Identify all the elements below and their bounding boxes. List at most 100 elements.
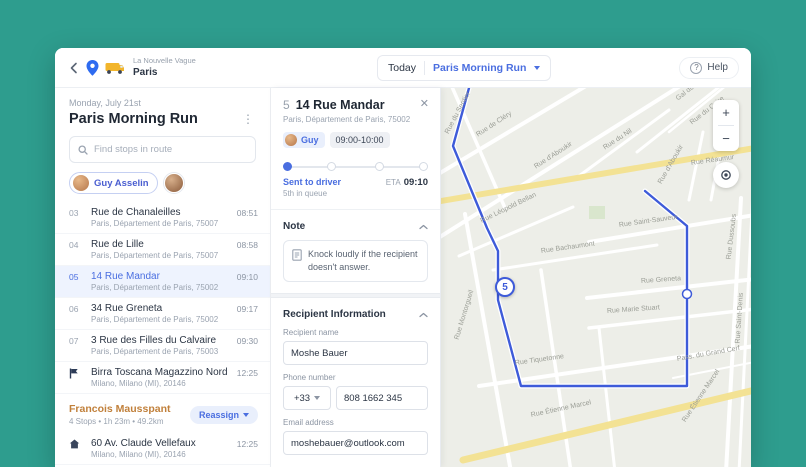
country-code-select[interactable]: +33 — [283, 386, 331, 411]
reassign-button[interactable]: Reassign — [189, 405, 258, 424]
search-input[interactable] — [94, 144, 247, 155]
stop-eta: 12:25 — [236, 368, 258, 378]
driver-filter-row: Guy Asselin — [69, 172, 256, 194]
stop-address: Paris, Département de Paris, 75007 — [91, 251, 219, 260]
stop-address: Paris, Département de Paris, 75002 — [91, 283, 219, 292]
stop-row[interactable]: 07 3 Rue des Filles du Calvaire Paris, D… — [55, 330, 270, 362]
divider — [271, 209, 440, 210]
main-content: Monday, July 21st Paris Morning Run ⋮ Gu… — [55, 88, 751, 467]
driver-avatar[interactable] — [163, 173, 184, 193]
route-panel-header: Monday, July 21st Paris Morning Run ⋮ Gu… — [55, 88, 270, 202]
progress-dot-active — [283, 162, 292, 171]
phone-number-input[interactable] — [336, 386, 428, 411]
stop-number: 06 — [69, 304, 79, 314]
route-switcher[interactable]: Today Paris Morning Run — [377, 55, 552, 81]
note-text: Knock loudly if the recipient doesn't an… — [308, 249, 418, 273]
stop-eta: 08:51 — [236, 208, 258, 218]
stop-row[interactable]: 04 Rue de Lille Paris, Département de Pa… — [55, 234, 270, 266]
route-menu-button[interactable]: ⋮ — [240, 112, 256, 126]
stop-row[interactable]: 06 34 Rue Greneta Paris, Département de … — [55, 298, 270, 330]
progress-dot — [326, 162, 336, 171]
detail-stop-number: 5 — [283, 98, 290, 112]
stop-row-selected[interactable]: 05 14 Rue Mandar Paris, Département de P… — [55, 266, 270, 298]
chevron-down-icon — [534, 66, 541, 70]
topbar: La Nouvelle Vague Paris Today Paris Morn… — [55, 48, 751, 88]
stop-row[interactable]: 03 Rue de Chanaleilles Paris, Départemen… — [55, 202, 270, 234]
progress-dot — [374, 162, 384, 171]
route-date: Monday, July 21st — [69, 98, 141, 108]
status-progress — [283, 162, 428, 171]
help-icon: ? — [690, 61, 703, 74]
email-input[interactable] — [283, 431, 428, 456]
route-title: Paris Morning Run — [69, 111, 198, 127]
stop-eta: 09:30 — [236, 336, 258, 346]
eta-block: ETA 09:10 — [386, 177, 428, 188]
detail-stop-title: 14 Rue Mandar — [295, 98, 385, 112]
recipient-name-label: Recipient name — [283, 328, 339, 338]
chevron-up-icon — [419, 312, 428, 317]
stop-eta: 12:25 — [236, 439, 258, 449]
driver-section-header: Francois Mausspant 4 Stops • 1h 23m • 49… — [55, 394, 270, 433]
note-section-header[interactable]: Note — [283, 221, 428, 232]
status-label: Sent to driver — [283, 177, 342, 187]
stop-eta: 08:58 — [236, 240, 258, 250]
stop-row[interactable]: 60 Av. Claude Vellefaux Milano, Milano (… — [55, 433, 270, 465]
home-icon — [69, 439, 80, 449]
brand-pin-icon — [85, 59, 100, 77]
stop-name: Rue de Chanaleilles — [91, 207, 181, 218]
chevron-down-icon — [243, 412, 249, 417]
driver-chip-selected[interactable]: Guy Asselin — [69, 172, 158, 194]
stop-address: Milano, Milano (MI), 20146 — [91, 450, 186, 459]
note-box: Knock loudly if the recipient doesn't an… — [283, 240, 428, 283]
stop-row[interactable]: Birra Toscana Magazzino Nord Milano, Mil… — [55, 362, 270, 394]
chevron-left-icon — [70, 62, 77, 73]
recipient-name-input[interactable] — [283, 341, 428, 366]
stop-number: 04 — [69, 240, 79, 250]
map-canvas — [441, 88, 751, 467]
search-icon — [78, 144, 88, 155]
map-stop-marker[interactable]: 5 — [495, 277, 515, 297]
zoom-out-button[interactable]: − — [713, 126, 739, 151]
phone-number-label: Phone number — [283, 373, 336, 383]
driver-chip-label: Guy Asselin — [94, 177, 149, 189]
map[interactable]: Rue du Sentier Rue de Cléry Gal du Caire… — [441, 88, 751, 467]
help-label: Help — [707, 62, 728, 73]
recipient-section-header[interactable]: Recipient Information — [283, 309, 428, 320]
route-name: Paris Morning Run — [433, 62, 527, 74]
help-button[interactable]: ? Help — [679, 56, 739, 79]
avatar — [73, 175, 89, 191]
stop-eta: 09:17 — [236, 304, 258, 314]
stop-address: Paris, Département de Paris, 75003 — [91, 347, 219, 356]
locate-icon — [721, 170, 731, 180]
stop-list: 03 Rue de Chanaleilles Paris, Départemen… — [55, 202, 270, 467]
park-area — [589, 206, 605, 219]
stop-number: 03 — [69, 208, 79, 218]
stop-name: Birra Toscana Magazzino Nord — [91, 367, 228, 378]
stop-detail-panel: ✕ 5 14 Rue Mandar Paris, Département de … — [271, 88, 441, 467]
stop-name: 3 Rue des Filles du Calvaire — [91, 335, 217, 346]
org-block: La Nouvelle Vague Paris — [133, 57, 196, 78]
assigned-driver-chip[interactable]: Guy — [283, 132, 325, 148]
section-separator — [271, 293, 440, 299]
note-icon — [292, 249, 302, 261]
driver-route-summary: 4 Stops • 1h 23m • 49.2km — [69, 417, 164, 426]
stop-eta: 09:10 — [236, 272, 258, 282]
route-panel: Monday, July 21st Paris Morning Run ⋮ Gu… — [55, 88, 271, 467]
stop-number: 07 — [69, 336, 79, 346]
status-sub-label: 5th in queue — [283, 189, 328, 198]
stop-name: 14 Rue Mandar — [91, 271, 160, 282]
van-icon — [105, 61, 125, 75]
zoom-control: + − — [713, 100, 739, 151]
stop-address: Paris, Département de Paris, 75007 — [91, 219, 219, 228]
close-button[interactable]: ✕ — [418, 97, 431, 112]
stop-name: 60 Av. Claude Vellefaux — [91, 438, 196, 449]
locate-button[interactable] — [713, 162, 739, 188]
zoom-in-button[interactable]: + — [713, 100, 739, 125]
stop-address: Paris, Département de Paris, 75002 — [91, 315, 219, 324]
stop-marker-small — [681, 288, 693, 300]
chevron-down-icon — [314, 396, 321, 401]
stop-name: Rue de Lille — [91, 239, 144, 250]
org-location: Paris — [133, 66, 158, 78]
search-box[interactable] — [69, 136, 256, 163]
back-button[interactable] — [67, 60, 81, 76]
